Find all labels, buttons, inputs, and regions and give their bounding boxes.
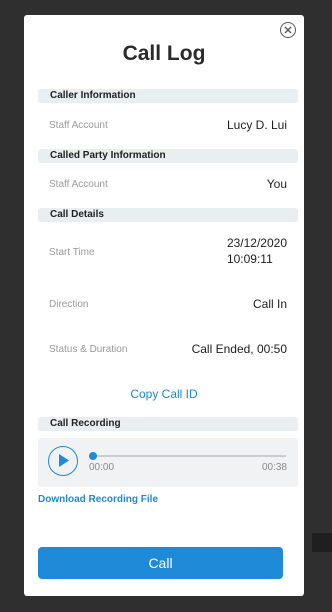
status-duration-label: Status & Duration — [49, 344, 128, 355]
close-button[interactable] — [280, 22, 296, 38]
copy-call-id-link[interactable]: Copy Call ID — [24, 387, 304, 401]
call-details-header: Call Details — [38, 208, 298, 222]
playback-progress-track[interactable] — [92, 455, 286, 457]
start-time-label: Start Time — [49, 247, 95, 258]
caller-staff-account-label: Staff Account — [49, 120, 108, 131]
called-party-staff-account-label: Staff Account — [49, 179, 108, 190]
play-icon — [59, 454, 69, 467]
direction-label: Direction — [49, 299, 89, 310]
download-recording-link[interactable]: Download Recording File — [38, 494, 158, 505]
playback-scrubber-handle[interactable] — [89, 452, 97, 460]
call-log-dialog: Call Log Caller Information Staff Accoun… — [24, 15, 304, 596]
play-button[interactable] — [48, 446, 78, 476]
direction-value: Call In — [252, 297, 287, 311]
current-time: 00:00 — [89, 462, 115, 473]
caller-staff-account-value: Lucy D. Lui — [226, 118, 287, 132]
called-party-staff-account-value: You — [266, 177, 287, 191]
start-time-value: 23/12/2020 10:09:11 — [227, 236, 287, 266]
start-time-clock: 10:09:11 — [226, 252, 273, 266]
start-time-date: 23/12/2020 — [226, 236, 287, 250]
caller-information-header: Caller Information — [38, 89, 298, 103]
background-panel-edge — [312, 533, 332, 552]
total-duration: 00:38 — [261, 462, 287, 473]
called-party-information-header: Called Party Information — [38, 149, 298, 163]
dialog-title: Call Log — [122, 42, 206, 65]
status-duration-value: Call Ended, 00:50 — [191, 342, 287, 356]
call-recording-header: Call Recording — [38, 417, 298, 431]
close-icon — [284, 26, 292, 34]
audio-player: 00:00 00:38 — [38, 438, 298, 487]
call-button[interactable]: Call — [38, 547, 283, 579]
